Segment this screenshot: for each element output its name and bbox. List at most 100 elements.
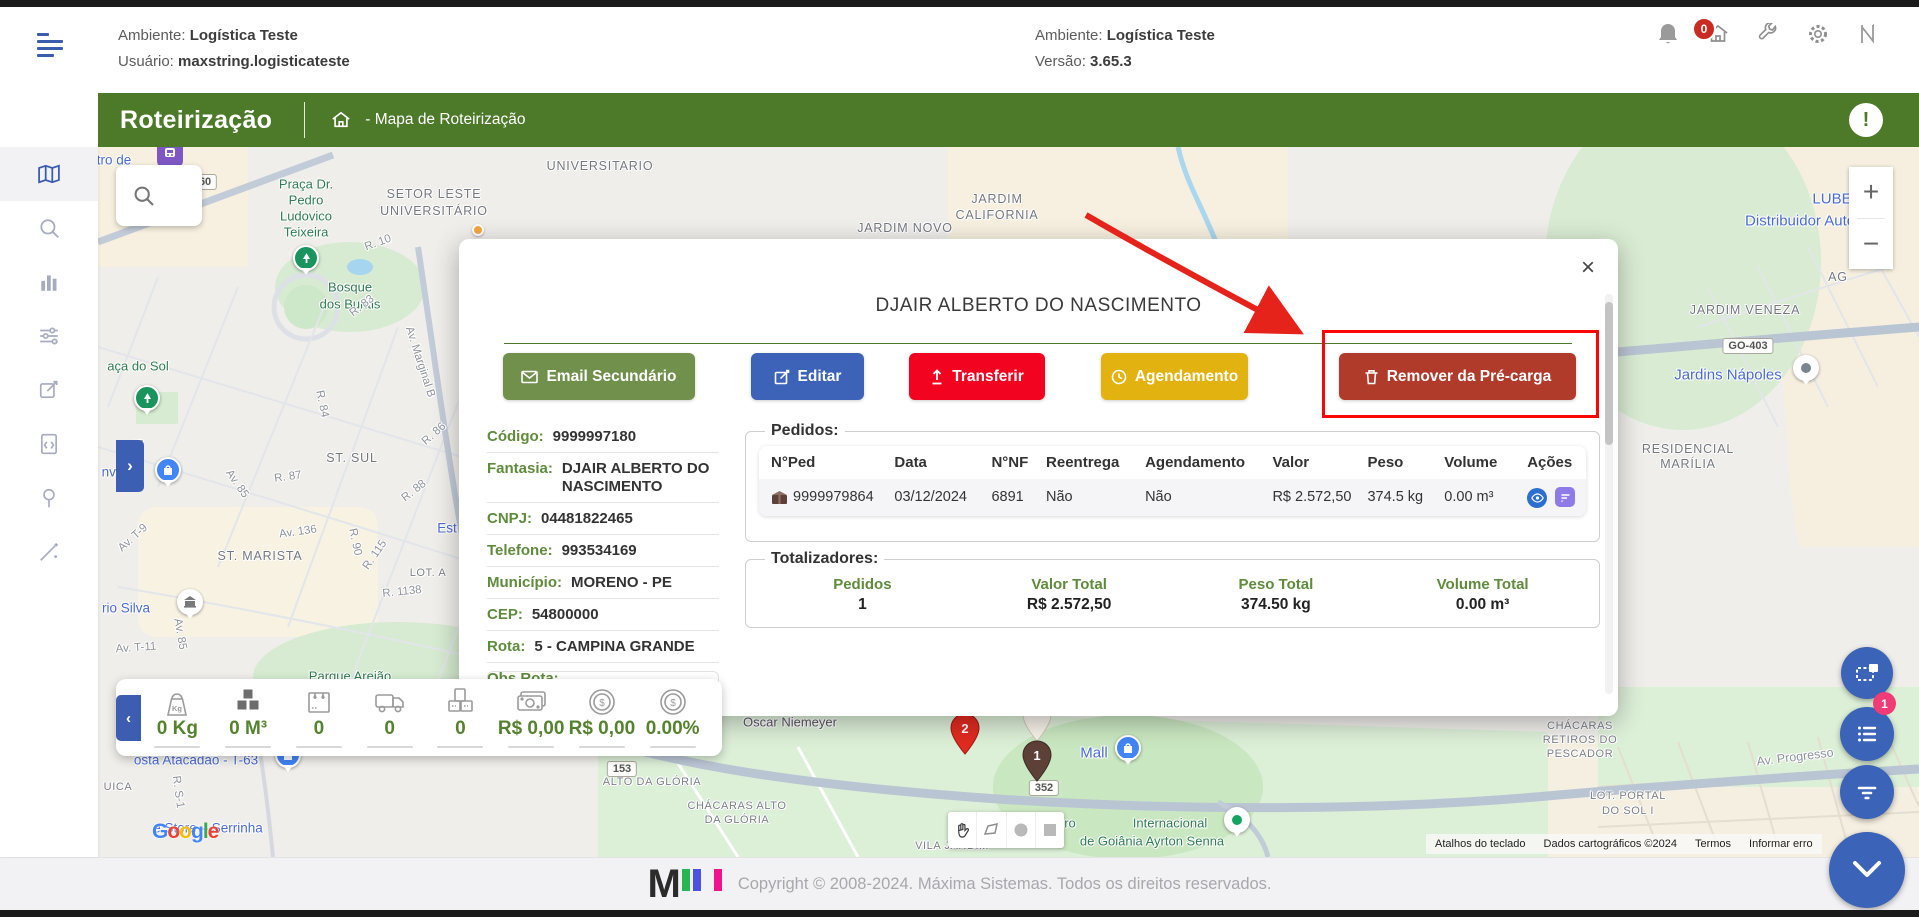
detail-row: CEP:54800000 [487, 599, 719, 631]
module-title: Roteirização [120, 106, 272, 135]
map-label: Oscar Niemeyer [743, 715, 837, 730]
list-icon [1855, 722, 1879, 746]
svg-text:$: $ [670, 698, 676, 709]
totalizadores-fieldset: Totalizadores: Pedidos1 Valor TotalR$ 2.… [745, 550, 1600, 628]
pan-hand-tool[interactable] [948, 812, 977, 848]
zoom-out-button[interactable]: − [1849, 219, 1893, 270]
metro-marker-icon[interactable] [157, 147, 183, 167]
menu-hamburger-icon[interactable] [37, 33, 71, 59]
coin-icon: $ [654, 687, 692, 717]
logo-bar-green [682, 869, 690, 891]
alert-button[interactable]: ! [1849, 103, 1883, 137]
map-label: ST. MARISTA [218, 549, 303, 563]
env-user-block: Ambiente: Logística Teste Usuário: maxst… [118, 23, 350, 75]
search-icon [132, 184, 156, 208]
map-label: UNIVERSITÁRIO [380, 204, 488, 218]
map-icon [38, 163, 60, 185]
map-label: AG [1828, 270, 1848, 284]
view-order-button[interactable] [1527, 488, 1547, 508]
modal-scrollbar-thumb[interactable] [1605, 302, 1613, 445]
detail-row: Rota:5 - CAMPINA GRANDE [487, 631, 719, 663]
map-search-button[interactable] [116, 165, 202, 226]
panel-expand-button[interactable]: › [116, 440, 144, 492]
circle-tool[interactable] [1007, 812, 1036, 848]
detail-value: DJAIR ALBERTO DO NASCIMENTO [562, 460, 719, 496]
detail-row: CNPJ:04481822465 [487, 503, 719, 535]
stat-value: 0.00% [646, 718, 700, 740]
order-note-button[interactable] [1555, 487, 1575, 507]
usuario-value: maxstring.logisticateste [178, 53, 350, 70]
detail-row: Código:9999997180 [487, 421, 719, 453]
col-data: Data [888, 446, 985, 479]
transferir-button[interactable]: Transferir [909, 353, 1045, 400]
gear-icon[interactable] [1805, 21, 1831, 47]
chevron-down-icon [1850, 860, 1884, 880]
polygon-tool[interactable] [977, 812, 1006, 848]
banknotes-icon [512, 687, 550, 717]
detail-label: Telefone: [487, 542, 553, 560]
sidebar-item-search[interactable] [0, 201, 98, 255]
zoom-in-button[interactable]: + [1849, 167, 1893, 218]
sidebar-item-tools[interactable] [0, 525, 98, 579]
pedidos-table-card: N°Ped Data N°NF Reentrega Agendamento Va… [759, 446, 1586, 516]
shopping-marker-icon[interactable] [1115, 735, 1141, 761]
totalizadores-legend: Totalizadores: [765, 550, 884, 568]
detail-value: 993534169 [562, 542, 637, 560]
sidebar-item-map[interactable] [0, 147, 98, 201]
map-label: Est [437, 521, 457, 536]
keyboard-shortcuts-link[interactable]: Atalhos do teclado [1426, 838, 1535, 850]
envelope-icon [521, 370, 538, 384]
stat-cost: $ R$ 0,00 [567, 687, 637, 748]
map-zoom-control: + − [1849, 167, 1893, 269]
pedido-row[interactable]: 9999979864 03/12/2024 6891 Não Não R$ 2.… [759, 479, 1586, 516]
park-marker-icon[interactable] [293, 245, 319, 271]
fab-list-button[interactable] [1840, 707, 1894, 761]
stat-value: 0 [314, 718, 325, 740]
remover-pre-carga-button[interactable]: Remover da Pré-carga [1339, 353, 1576, 400]
rectangle-tool[interactable] [1036, 812, 1064, 848]
shopping-marker-icon[interactable] [155, 457, 181, 483]
agendamento-button[interactable]: Agendamento [1101, 353, 1248, 400]
sidebar-item-filters[interactable] [0, 309, 98, 363]
wrench-icon[interactable] [1755, 21, 1781, 47]
terms-link[interactable]: Termos [1686, 838, 1740, 850]
email-secundario-button[interactable]: Email Secundário [503, 353, 695, 400]
map-label: UNIVERSITARIO [547, 159, 654, 173]
map-label: ro [1064, 816, 1076, 831]
stats-collapse-button[interactable]: ‹ [116, 695, 141, 741]
route-pin-1[interactable]: 1 [1022, 740, 1052, 787]
route-pin-2[interactable]: 2 [950, 713, 980, 760]
map-label: CHÁCARAS [1547, 720, 1613, 732]
brand-n-icon[interactable] [1855, 21, 1881, 47]
map-data-link[interactable]: Dados cartográficos ©2024 [1535, 838, 1686, 850]
report-error-link[interactable]: Informar erro [1740, 838, 1822, 850]
chat-icon [1560, 492, 1571, 503]
sidebar-item-scripts[interactable] [0, 417, 98, 471]
map-label: PESCADOR [1547, 748, 1614, 760]
sidebar-item-edit[interactable] [0, 363, 98, 417]
fab-collapse-button[interactable] [1829, 832, 1905, 908]
bell-icon[interactable] [1655, 21, 1681, 47]
sidebar-item-reports[interactable] [0, 255, 98, 309]
cell-agendamento: Não [1139, 479, 1266, 516]
code-document-icon [38, 433, 60, 455]
cell-valor: R$ 2.572,50 [1266, 479, 1361, 516]
fab-filter-button[interactable] [1840, 765, 1894, 819]
bank-marker-icon[interactable] [177, 589, 203, 615]
map-label: aça do Sol [107, 359, 168, 374]
breadcrumb-home-icon[interactable] [331, 110, 351, 130]
stat-value: 0 [455, 718, 466, 740]
sidebar-item-pin[interactable] [0, 471, 98, 525]
map-label: LUBE [1812, 191, 1851, 208]
airport-marker-icon[interactable] [1224, 807, 1250, 833]
close-icon[interactable]: × [1575, 255, 1601, 281]
map-label: Praça Dr. [279, 177, 333, 192]
poi-dot-icon [472, 224, 484, 236]
place-marker-icon[interactable] [1793, 355, 1819, 381]
module-titlebar: Roteirização - Mapa de Roteirização ! [98, 93, 1919, 147]
map-label: DA GLÓRIA [705, 814, 770, 826]
park-marker-icon[interactable] [134, 385, 160, 411]
map-label: rio Silva [102, 601, 150, 616]
col-peso: Peso [1361, 446, 1438, 479]
editar-button[interactable]: Editar [751, 353, 864, 400]
